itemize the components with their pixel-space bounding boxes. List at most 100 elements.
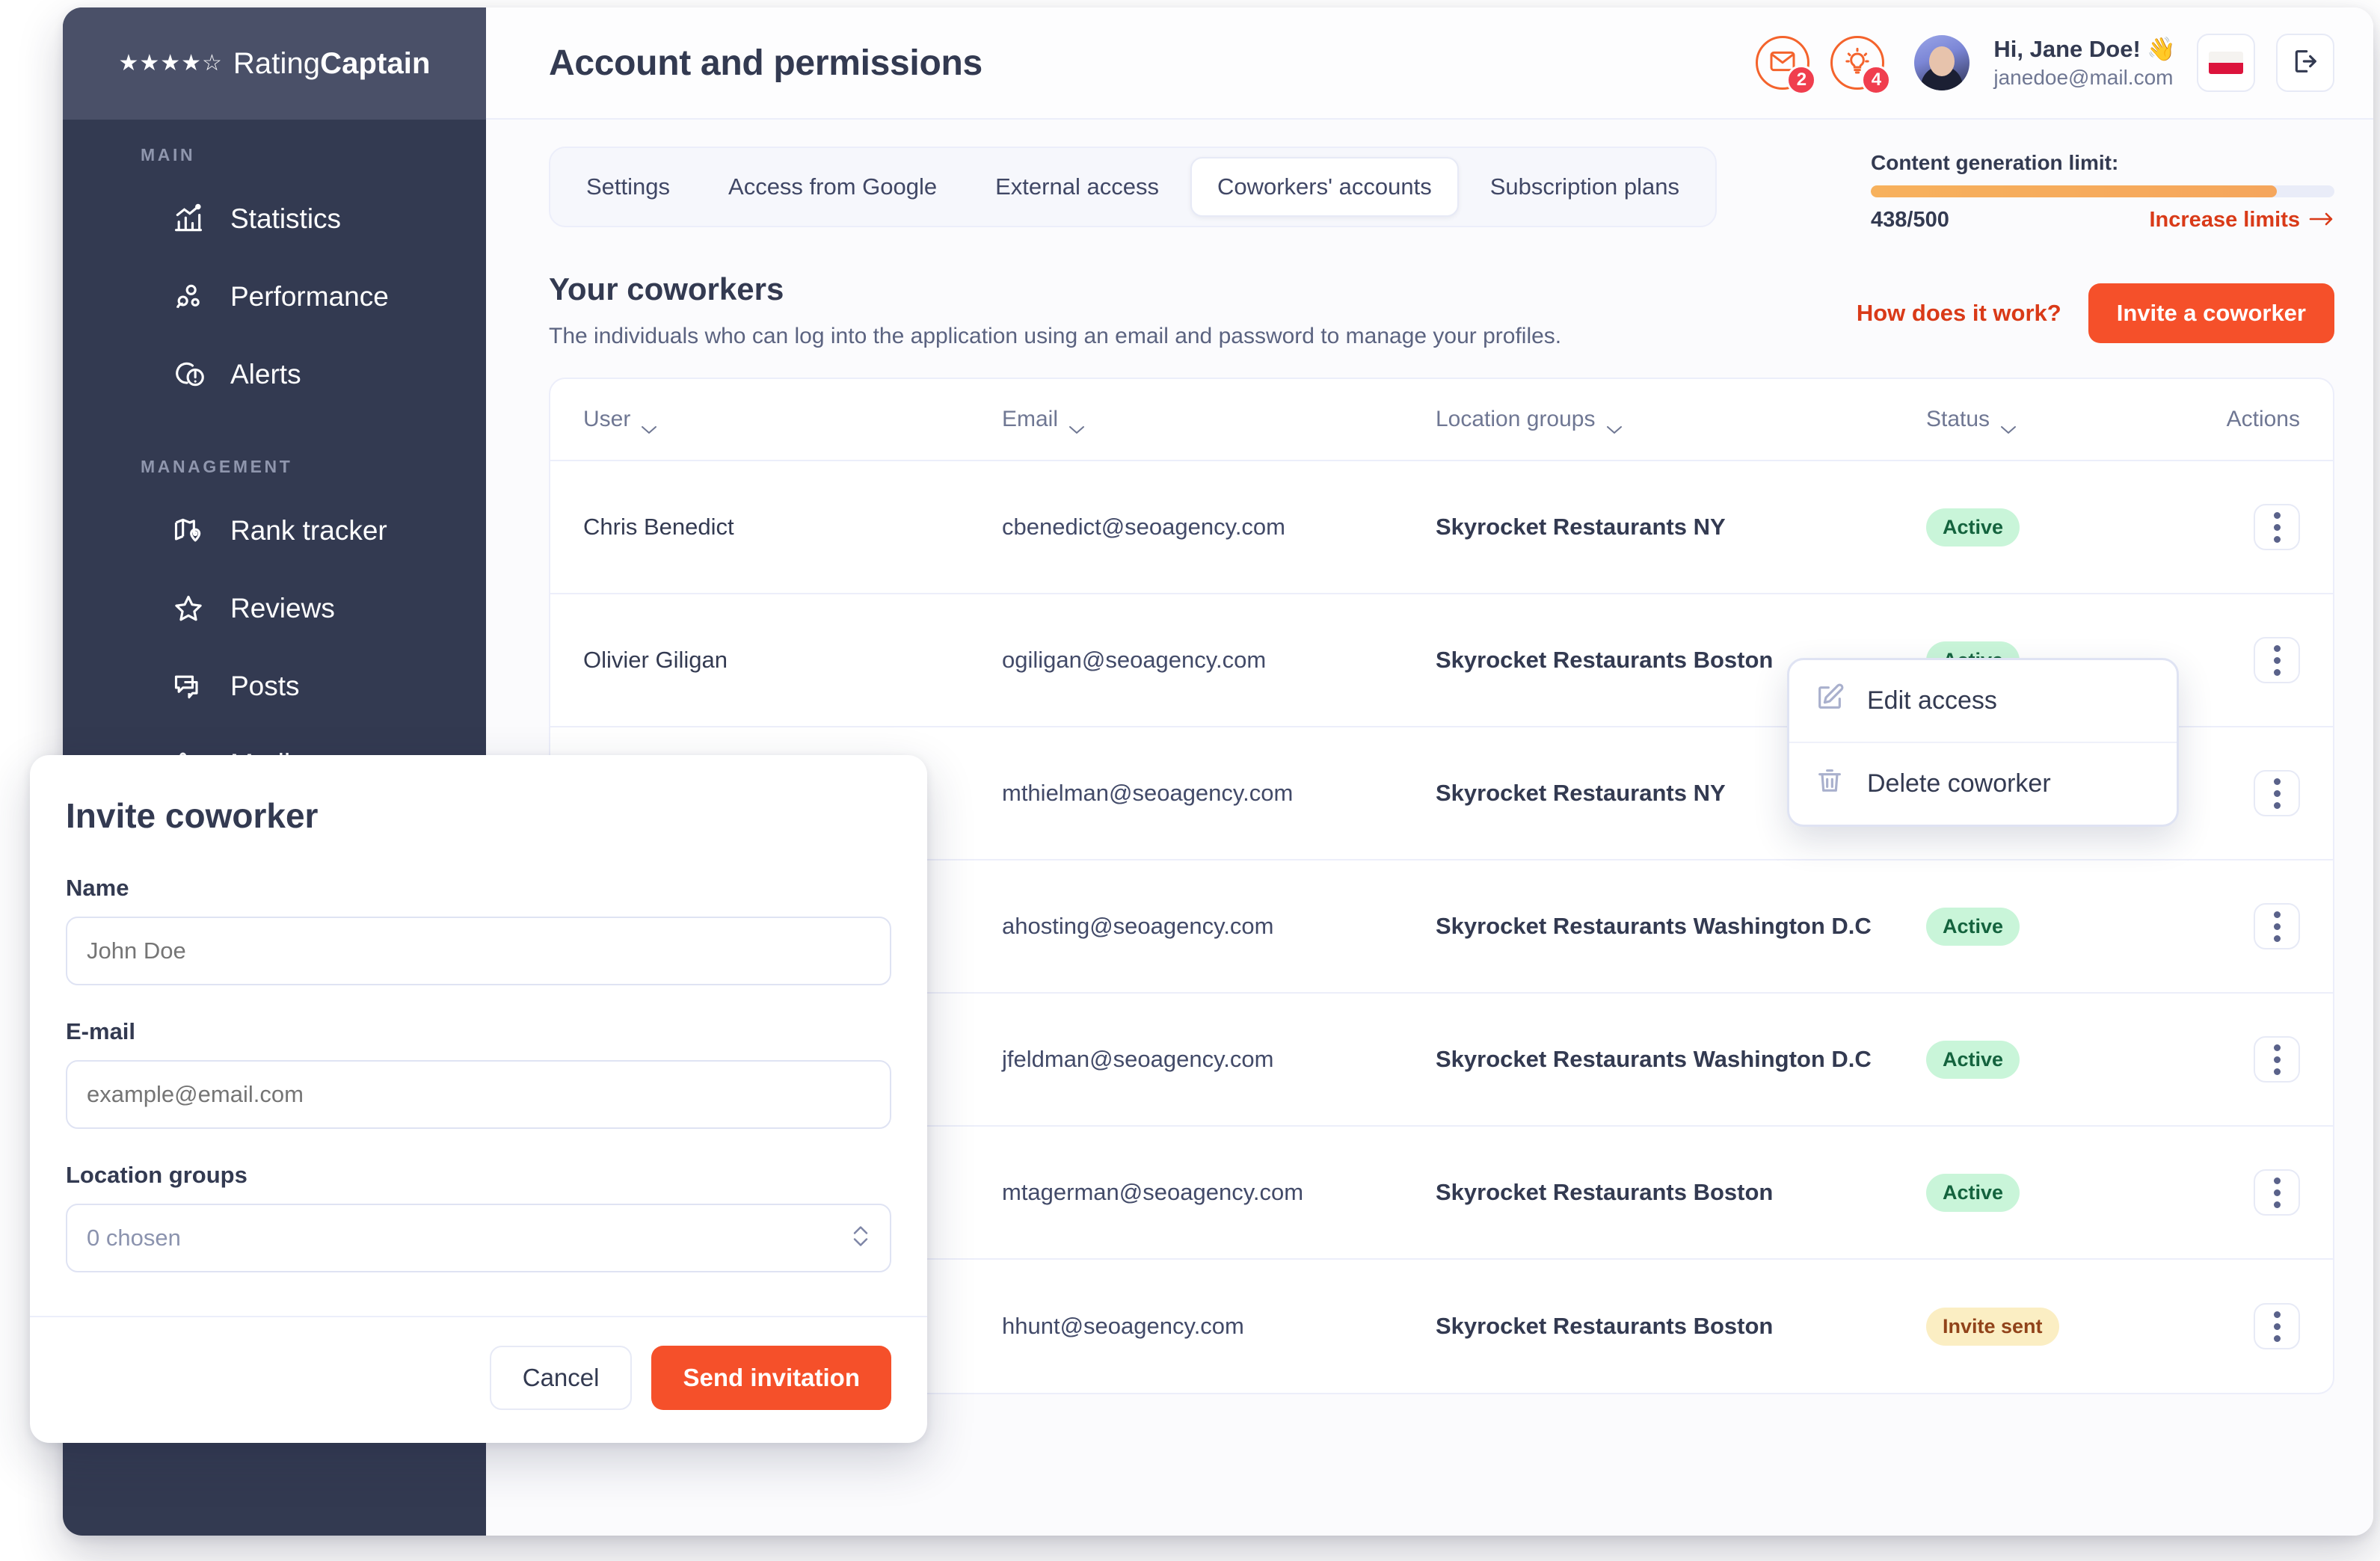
status-badge: Active: [1926, 1173, 2020, 1212]
increase-limits-label: Increase limits: [2149, 208, 2301, 232]
cell-email: ogiligan@seoagency.com: [1002, 647, 1267, 673]
avatar[interactable]: [1914, 35, 1970, 90]
sidebar-section-management-label: MANAGEMENT: [141, 457, 293, 476]
tips-button[interactable]: 4: [1830, 36, 1892, 95]
chevron-up-down-icon: [851, 1220, 870, 1257]
dropdown-item-label: Edit access: [1867, 686, 1997, 715]
invite-coworker-modal: Invite coworker Name E-mail Location gro…: [30, 755, 927, 1443]
map-pin-icon: [172, 514, 205, 547]
sidebar-section-main-label: MAIN: [141, 145, 196, 164]
column-header-actions-label: Actions: [2226, 407, 2300, 431]
sidebar-item-performance[interactable]: Performance: [63, 258, 486, 336]
email-input[interactable]: [66, 1060, 891, 1129]
logout-icon: [2290, 46, 2320, 80]
send-invitation-button[interactable]: Send invitation: [651, 1346, 891, 1410]
cell-email: hhunt@seoagency.com: [1002, 1313, 1244, 1339]
status-badge: Active: [1926, 1040, 2020, 1079]
logout-button[interactable]: [2276, 34, 2334, 92]
limit-progress-bar: [1871, 185, 2334, 197]
sidebar-item-alerts[interactable]: Alerts: [63, 336, 486, 413]
cell-actions: [2150, 1303, 2300, 1349]
messages-button[interactable]: 2: [1756, 36, 1817, 95]
row-actions-button[interactable]: [2254, 1303, 2300, 1349]
section-title: Your coworkers: [549, 271, 784, 307]
row-actions-button[interactable]: [2254, 637, 2300, 683]
column-header-actions: Actions: [2150, 407, 2300, 432]
location-groups-label: Location groups: [66, 1162, 247, 1188]
greeting-email: janedoe@mail.com: [1993, 65, 2174, 89]
greeting-name: Hi, Jane Doe! 👋: [1993, 36, 2176, 63]
cell-location-groups: Skyrocket Restaurants NY: [1436, 513, 1726, 540]
tips-badge: 4: [1861, 65, 1892, 95]
page-title: Account and permissions: [549, 43, 983, 83]
status-badge: Active: [1926, 907, 2020, 946]
chevron-down-icon: [1068, 415, 1085, 434]
column-header-status-label: Status: [1926, 407, 1990, 431]
sidebar-item-statistics[interactable]: Statistics: [63, 180, 486, 258]
section-text: Your coworkers The individuals who can l…: [549, 271, 1561, 349]
name-label: Name: [66, 875, 129, 901]
dropdown-item-label: Delete coworker: [1867, 769, 2051, 798]
table-header-row: User Email Location groups Status Action…: [550, 379, 2333, 461]
dropdown-item-edit-access[interactable]: Edit access: [1789, 660, 2177, 742]
tab-external-access[interactable]: External access: [968, 157, 1186, 217]
section-subtitle: The individuals who can log into the app…: [549, 324, 1562, 348]
row-actions-button[interactable]: [2254, 504, 2300, 550]
language-button[interactable]: [2197, 34, 2255, 92]
field-email: E-mail: [66, 1018, 891, 1129]
tab-coworkers-accounts[interactable]: Coworkers' accounts: [1190, 157, 1459, 217]
how-does-it-work-link[interactable]: How does it work?: [1857, 300, 2061, 327]
name-input[interactable]: [66, 917, 891, 985]
cell-email: mtagerman@seoagency.com: [1002, 1179, 1304, 1205]
row-actions-dropdown: Edit access Delete coworker: [1787, 658, 2179, 827]
sidebar-nav: MAIN Statistics Performance Alerts MANAG…: [63, 120, 486, 803]
cell-actions: [2150, 903, 2300, 949]
location-groups-select[interactable]: 0 chosen: [66, 1204, 891, 1272]
increase-limits-link[interactable]: Increase limits: [2150, 208, 2335, 233]
app-logo[interactable]: ★★★★☆ RatingCaptain: [63, 7, 486, 120]
chevron-down-icon: [1606, 415, 1623, 434]
sidebar-item-label: Statistics: [230, 203, 342, 234]
table-row: Chris Benedict cbenedict@seoagency.com Sky…: [550, 461, 2333, 594]
sidebar-item-posts[interactable]: Posts: [63, 647, 486, 725]
dropdown-item-delete-coworker[interactable]: Delete coworker: [1789, 742, 2177, 825]
star-icon: [172, 592, 205, 625]
row-actions-button[interactable]: [2254, 1036, 2300, 1083]
cell-actions: [2150, 1036, 2300, 1083]
cell-status: Active: [1926, 907, 2150, 946]
column-header-email[interactable]: Email: [1002, 407, 1436, 434]
sidebar-item-reviews[interactable]: Reviews: [63, 570, 486, 647]
chevron-down-icon: [641, 415, 657, 434]
tab-subscription-plans[interactable]: Subscription plans: [1463, 157, 1706, 217]
cell-status: Invite sent: [1926, 1307, 2150, 1346]
column-header-status[interactable]: Status: [1926, 407, 2150, 434]
field-location-groups: Location groups 0 chosen: [66, 1162, 891, 1272]
logo-text: RatingCaptain: [233, 47, 431, 81]
alert-icon: [172, 358, 205, 391]
row-actions-button[interactable]: [2254, 1169, 2300, 1216]
row-actions-button[interactable]: [2254, 903, 2300, 949]
column-header-user-label: User: [583, 407, 631, 431]
field-name: Name: [66, 875, 891, 985]
column-header-user[interactable]: User: [583, 407, 1002, 434]
topbar: Account and permissions 2 4 Hi, Jane Doe…: [486, 7, 2373, 120]
modal-footer: Cancel Send invitation: [30, 1316, 927, 1443]
cell-status: Active: [1926, 1173, 2150, 1212]
limit-progress-fill: [1871, 185, 2278, 197]
section-header: Your coworkers The individuals who can l…: [549, 271, 2334, 349]
column-header-location-groups[interactable]: Location groups: [1436, 407, 1926, 434]
invite-a-coworker-button[interactable]: Invite a coworker: [2088, 283, 2334, 343]
tab-access-from-google[interactable]: Access from Google: [701, 157, 964, 217]
logo-text-bold: Captain: [320, 46, 431, 80]
tab-settings[interactable]: Settings: [559, 157, 697, 217]
cell-location-groups: Skyrocket Restaurants Washington D.C: [1436, 1045, 1872, 1072]
cell-email: mthielman@seoagency.com: [1002, 780, 1294, 806]
limit-label: Content generation limit:: [1871, 151, 2119, 174]
cancel-button[interactable]: Cancel: [489, 1346, 633, 1410]
cell-email: ahosting@seoagency.com: [1002, 913, 1274, 939]
modal-body: Invite coworker Name E-mail Location gro…: [30, 755, 927, 1316]
limit-footer: 438/500 Increase limits: [1871, 208, 2334, 233]
sidebar-item-rank-tracker[interactable]: Rank tracker: [63, 492, 486, 570]
logo-text-light: Rating: [233, 46, 321, 80]
row-actions-button[interactable]: [2254, 770, 2300, 816]
